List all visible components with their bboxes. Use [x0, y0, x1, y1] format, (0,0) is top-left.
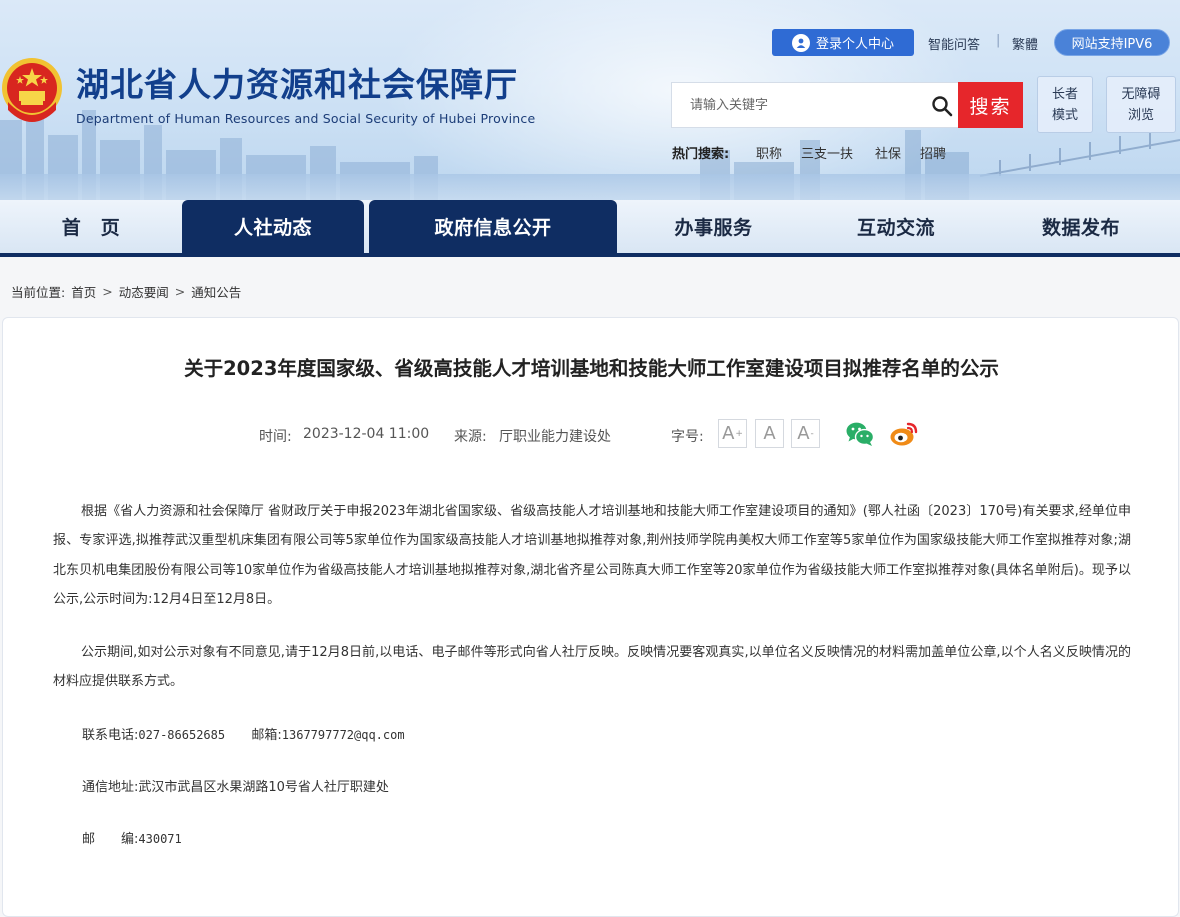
postcode-line: 邮 编:430071 — [82, 828, 182, 847]
site-title: 湖北省人力资源和社会保障厅 — [76, 65, 518, 104]
nav-home[interactable]: 首 页 — [0, 200, 182, 253]
user-icon — [791, 33, 810, 52]
time-label: 时间: — [259, 429, 292, 445]
elder-mode-button[interactable]: 长者 模式 — [1037, 76, 1093, 133]
hot-search-label: 热门搜索: — [672, 147, 730, 162]
font-size-label: 字号: — [671, 429, 704, 445]
breadcrumb-separator: > — [102, 284, 113, 299]
accessible-line-2: 浏览 — [1127, 107, 1154, 123]
ipv6-support-badge[interactable]: 网站支持IPV6 — [1054, 29, 1170, 56]
search-box — [671, 82, 959, 128]
weibo-icon[interactable] — [889, 420, 919, 448]
elder-mode-line-2: 模式 — [1051, 107, 1078, 123]
elder-mode-line-1: 长者 — [1051, 86, 1078, 102]
email-value: 1367797772@qq.com — [281, 728, 405, 742]
source-label: 来源: — [454, 429, 487, 445]
hot-search-term[interactable]: 三支一扶 — [801, 143, 853, 162]
breadcrumb-notices[interactable]: 通知公告 — [191, 282, 241, 301]
breadcrumb-home[interactable]: 首页 — [71, 282, 96, 301]
nav-government-info[interactable]: 政府信息公开 — [369, 200, 617, 253]
breadcrumb-separator: > — [174, 284, 186, 299]
main-nav: 首 页 人社动态 政府信息公开 办事服务 互动交流 数据发布 — [0, 200, 1180, 257]
search-input[interactable] — [672, 85, 922, 125]
font-decrease-glyph: A — [797, 423, 810, 444]
breadcrumb: 当前位置: 首页 > 动态要闻 > 通知公告 — [11, 282, 241, 301]
site-subtitle: Department of Human Resources and Social… — [76, 111, 536, 126]
search-button[interactable]: 搜索 — [958, 82, 1023, 128]
nav-services[interactable]: 办事服务 — [617, 200, 810, 253]
accessible-line-1: 无障碍 — [1121, 86, 1161, 102]
font-increase-button[interactable]: A + — [718, 419, 747, 448]
article-title: 关于2023年度国家级、省级高技能人才培训基地和技能大师工作室建设项目拟推荐名单… — [184, 357, 999, 380]
national-emblem-icon — [2, 58, 62, 122]
address-value: 武汉市武昌区水果湖路10号省人社厅职建处 — [138, 780, 389, 795]
accessible-browse-button[interactable]: 无障碍 浏览 — [1106, 76, 1176, 133]
phone-label: 联系电话: — [82, 728, 139, 743]
publish-time: 2023-12-04 11:00 — [303, 426, 430, 442]
search-icon[interactable] — [931, 95, 953, 117]
breadcrumb-label: 当前位置: — [11, 285, 66, 300]
nav-hr-news[interactable]: 人社动态 — [182, 200, 364, 253]
login-personal-center-button[interactable]: 登录个人中心 — [772, 29, 914, 56]
link-separator: | — [996, 33, 1001, 48]
river-water — [0, 174, 1180, 200]
font-reset-glyph: A — [763, 423, 776, 444]
hot-search-term[interactable]: 社保 — [875, 143, 901, 162]
minus-icon: - — [810, 428, 814, 439]
smart-qa-link[interactable]: 智能问答 — [928, 34, 980, 53]
address-line: 通信地址:武汉市武昌区水果湖路10号省人社厅职建处 — [82, 776, 389, 795]
contact-line: 联系电话:027-86652685 邮箱:1367797772@qq.com — [82, 724, 405, 743]
font-decrease-button[interactable]: A- — [791, 419, 820, 448]
breadcrumb-news[interactable]: 动态要闻 — [119, 282, 169, 301]
postcode-label: 邮 编: — [82, 832, 139, 847]
site-header: 湖北省人力资源和社会保障厅 Department of Human Resour… — [0, 0, 1180, 200]
font-reset-button[interactable]: A — [755, 419, 784, 448]
article-paragraph-2: 公示期间,如对公示对象有不同意见,请于12月8日前,以电话、电子邮件等形式向省人… — [53, 645, 1131, 690]
address-label: 通信地址: — [82, 780, 139, 795]
plus-icon: + — [735, 428, 743, 439]
font-increase-glyph: A — [722, 423, 735, 444]
nav-data-release[interactable]: 数据发布 — [982, 200, 1180, 253]
postcode-value: 430071 — [138, 832, 182, 846]
phone-value: 027-86652685 — [138, 728, 226, 742]
traditional-chinese-link[interactable]: 繁體 — [1012, 34, 1038, 53]
article-paragraph-1: 根据《省人力资源和社会保障厅 省财政厅关于申报2023年湖北省国家级、省级高技能… — [53, 504, 1131, 607]
nav-interaction[interactable]: 互动交流 — [810, 200, 982, 253]
wechat-icon[interactable] — [845, 420, 875, 448]
login-label: 登录个人中心 — [815, 37, 894, 52]
email-label: 邮箱: — [251, 728, 282, 743]
source-value: 厅职业能力建设处 — [499, 429, 611, 445]
hot-search-term[interactable]: 职称 — [756, 143, 782, 162]
article-card: 关于2023年度国家级、省级高技能人才培训基地和技能大师工作室建设项目拟推荐名单… — [2, 317, 1179, 917]
hot-search-term[interactable]: 招聘 — [920, 143, 946, 162]
